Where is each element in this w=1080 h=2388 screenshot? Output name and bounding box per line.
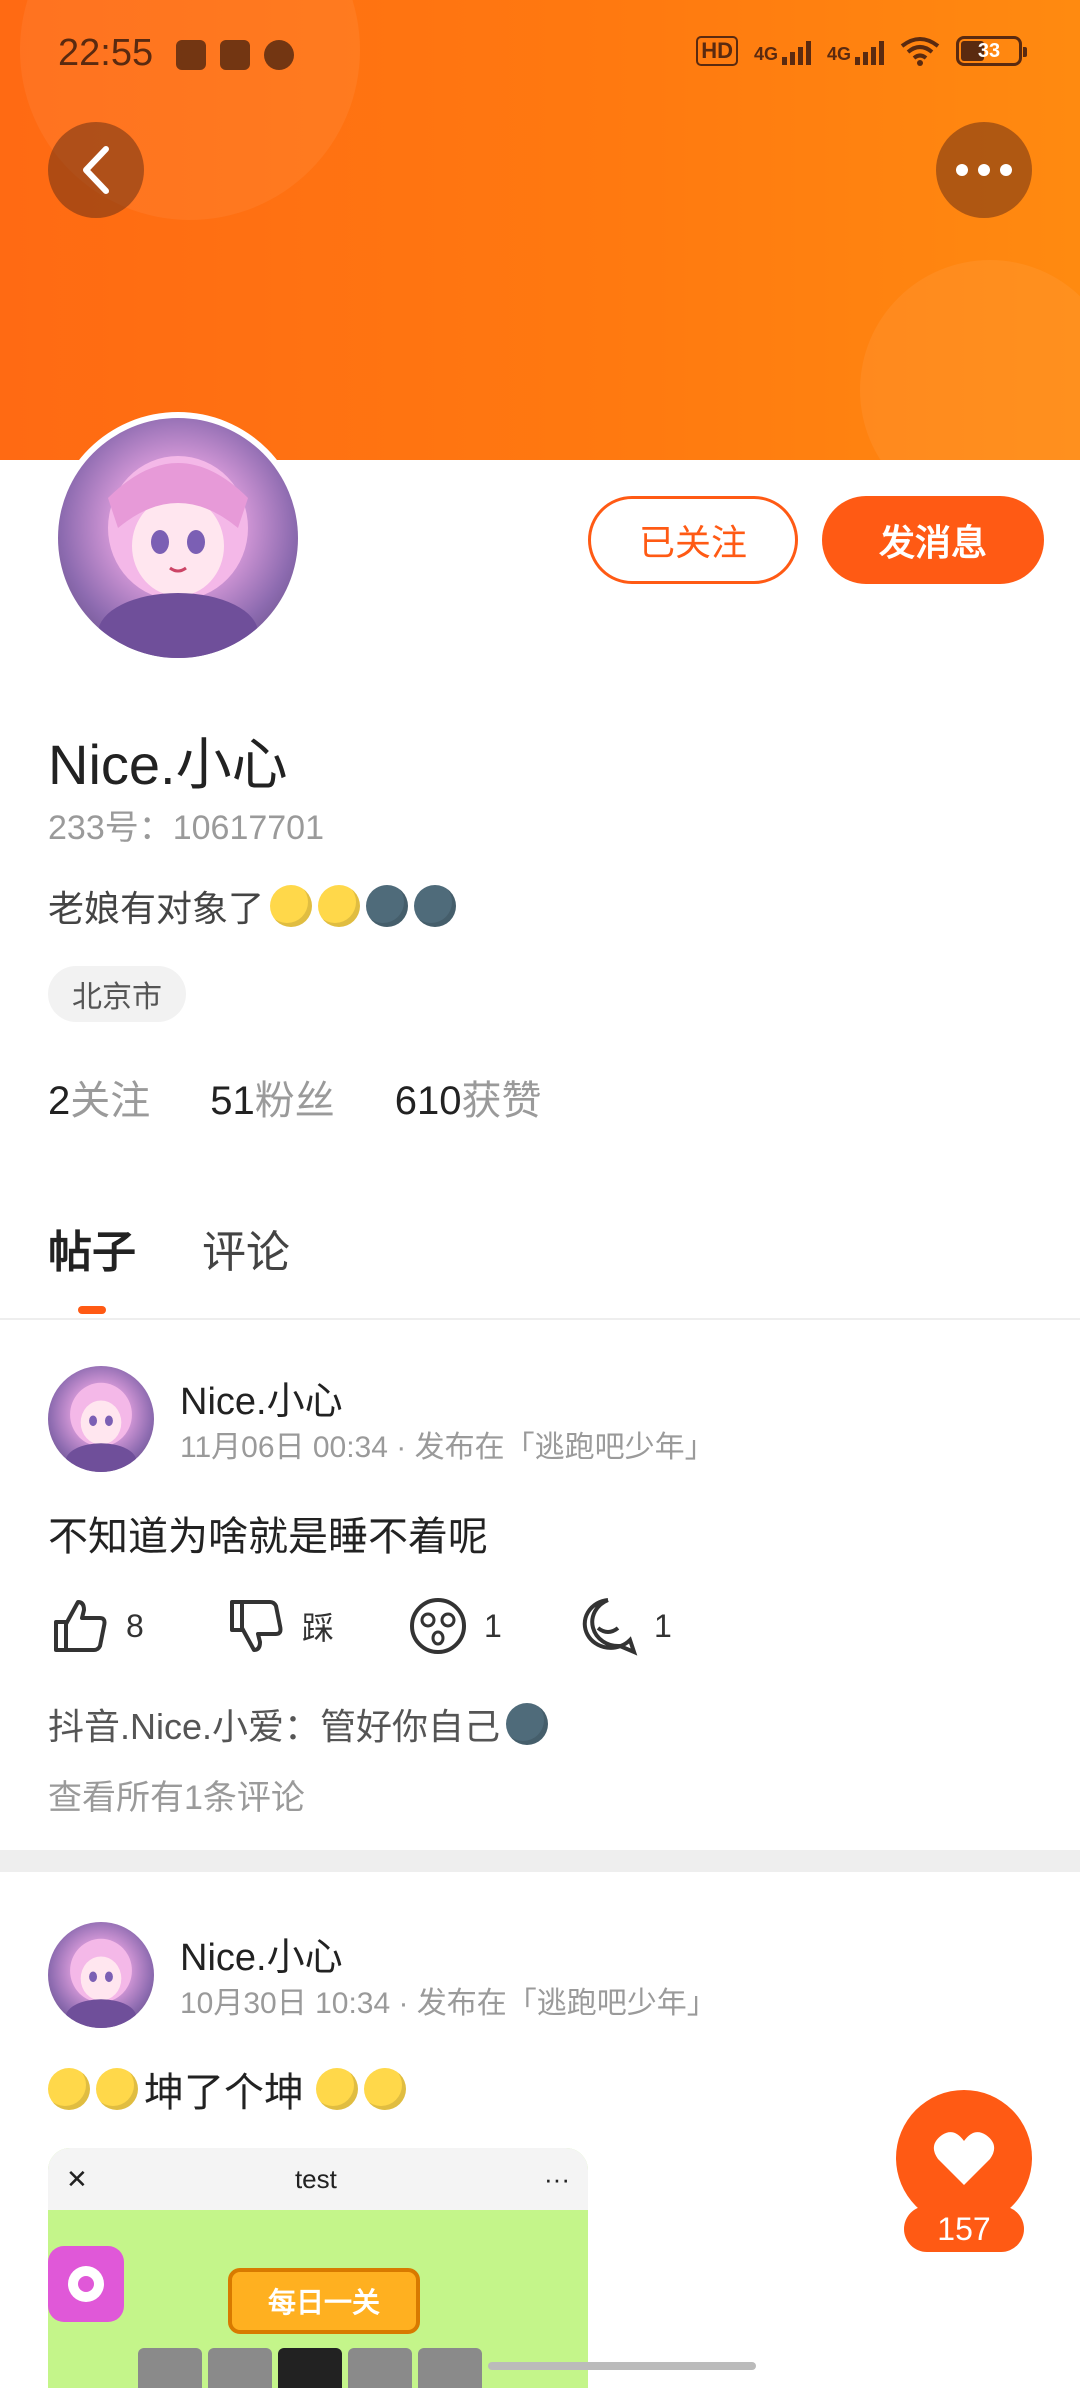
profile-id: 233号：10617701: [48, 809, 325, 847]
anime-avatar-image: [65, 1938, 137, 2028]
home-indicator[interactable]: [488, 2362, 756, 2370]
status-system-icons: HD 4G 4G 33: [696, 36, 1027, 66]
dark-moon-face-icon: [366, 885, 409, 927]
heart-icon: [933, 2132, 995, 2185]
surprised-face-icon: [410, 1598, 466, 1654]
stat-fans-label: 粉丝: [254, 1079, 335, 1123]
daily-level-banner: 每日一关: [228, 2268, 420, 2334]
post-author-avatar[interactable]: [48, 1366, 154, 1472]
anime-avatar-image: [98, 456, 258, 658]
dark-moon-face-icon: [506, 1703, 549, 1745]
post-author-avatar[interactable]: [48, 1922, 154, 2028]
wow-count: 1: [484, 1607, 502, 1644]
wow-reaction-button[interactable]: 1: [408, 1596, 502, 1656]
stat-likes-label: 获赞: [461, 1079, 542, 1123]
tab-comments[interactable]: 评论: [202, 1216, 290, 1280]
tab-posts[interactable]: 帖子: [48, 1216, 136, 1280]
profile-stats: 2关注 51粉丝 610获赞: [48, 1068, 542, 1126]
stat-following[interactable]: 2关注: [48, 1068, 150, 1126]
more-dots-icon: ···: [544, 2163, 570, 2194]
yellow-moon-face-icon: [364, 2068, 406, 2110]
post-author-name[interactable]: Nice.小心: [180, 1370, 343, 1425]
signal-1-icon: 4G: [754, 37, 811, 65]
yellow-moon-face-icon: [270, 885, 313, 927]
profile-header-banner: [0, 0, 1080, 460]
post-image-game-preview[interactable]: ✕ test ··· 每日一关: [48, 2148, 588, 2388]
profile-avatar[interactable]: [52, 412, 304, 664]
network-type-1: 4G: [753, 44, 778, 64]
anime-avatar-image: [65, 1382, 137, 1472]
book-notification-icon: [220, 40, 250, 70]
stat-likes: 610获赞: [395, 1068, 542, 1126]
hd-voice-icon: HD: [696, 36, 738, 66]
tabs-divider: [0, 1318, 1080, 1320]
comment-bubble-icon: [582, 1598, 638, 1656]
followed-button[interactable]: 已关注: [588, 496, 798, 584]
game-tiles: [138, 2348, 482, 2388]
stat-following-label: 关注: [70, 1079, 151, 1123]
location-tag: 北京市: [48, 966, 186, 1022]
dislike-button[interactable]: 踩: [226, 1596, 334, 1656]
post-text-content: 坤了个坤: [144, 2071, 304, 2115]
thumbs-up-icon: [54, 1600, 107, 1652]
like-button[interactable]: 8: [50, 1596, 144, 1656]
post-meta: 11月06日 00:34 · 发布在「逃跑吧少年」: [180, 1431, 715, 1464]
post-meta: 10月30日 10:34 · 发布在「逃跑吧少年」: [180, 1987, 717, 2020]
app-notification-icon: [176, 40, 206, 70]
post-text[interactable]: 不知道为啥就是睡不着呢: [48, 1504, 488, 1562]
settings-gear-icon: [48, 2246, 124, 2322]
wifi-icon: [900, 37, 940, 66]
close-icon: ✕: [66, 2163, 88, 2194]
profile-bio-text: 老娘有对象了: [48, 888, 265, 929]
post-author-name[interactable]: Nice.小心: [180, 1926, 343, 1981]
status-time: 22:55: [58, 32, 154, 74]
like-count: 8: [126, 1607, 144, 1644]
game-preview-title: test: [294, 2163, 337, 2194]
yellow-moon-face-icon: [318, 885, 361, 927]
more-dots-icon: [956, 164, 1012, 176]
yellow-moon-face-icon: [316, 2068, 358, 2110]
status-notification-icons: [176, 40, 294, 70]
thumbs-down-icon: [230, 1600, 283, 1652]
stat-fans-count: 51: [210, 1079, 255, 1123]
yellow-moon-face-icon: [96, 2068, 138, 2110]
dislike-label: 踩: [302, 1610, 335, 1646]
game-preview-topbar: ✕ test ···: [48, 2148, 588, 2210]
more-options-button[interactable]: [936, 122, 1032, 218]
profile-bio: 老娘有对象了: [48, 880, 457, 932]
stat-fans[interactable]: 51粉丝: [210, 1068, 335, 1126]
send-message-button[interactable]: 发消息: [822, 496, 1044, 584]
dark-moon-face-icon: [414, 885, 457, 927]
comment-preview-text: 抖音.Nice.小爱：管好你自己: [48, 1706, 501, 1747]
back-button[interactable]: [48, 122, 144, 218]
floating-like-count: 157: [904, 2206, 1024, 2252]
post-divider: [0, 1850, 1080, 1872]
network-type-2: 4G: [826, 44, 851, 64]
compass-notification-icon: [264, 40, 294, 70]
yellow-moon-face-icon: [48, 2068, 90, 2110]
view-all-comments-link[interactable]: 查看所有1条评论: [48, 1770, 305, 1819]
comment-preview[interactable]: 抖音.Nice.小爱：管好你自己: [48, 1698, 549, 1750]
tab-active-indicator: [78, 1306, 106, 1314]
comment-button[interactable]: 1: [578, 1596, 672, 1656]
comment-count: 1: [654, 1607, 672, 1644]
signal-2-icon: 4G: [827, 37, 884, 65]
post-text[interactable]: 坤了个坤: [48, 2060, 406, 2118]
battery-level: 33: [977, 39, 1001, 62]
stat-following-count: 2: [48, 1079, 71, 1123]
stat-likes-count: 610: [394, 1079, 462, 1123]
battery-icon: 33: [956, 36, 1027, 66]
chevron-left-icon: [83, 146, 109, 194]
profile-name: Nice.小心: [48, 733, 288, 796]
